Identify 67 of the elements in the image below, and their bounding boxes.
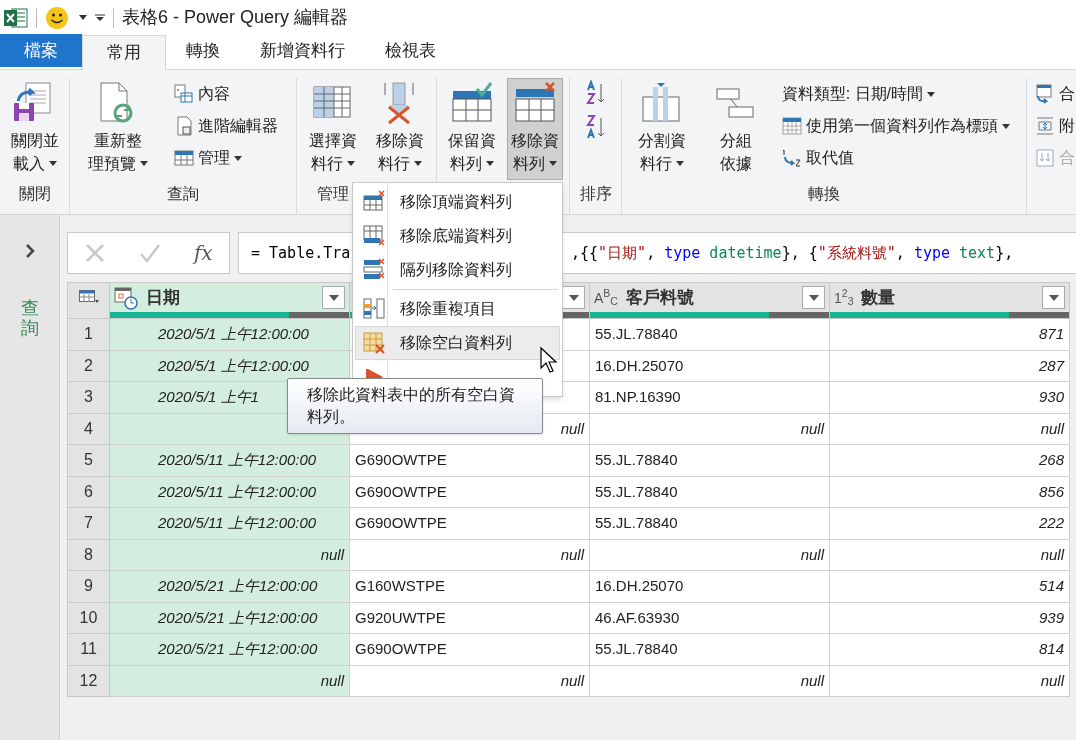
column-name: 數量 xyxy=(861,286,896,309)
table-cell: 2020/5/21 上午12:00:00 xyxy=(110,571,350,603)
row-number: 5 xyxy=(67,445,110,477)
table-cell: null xyxy=(590,539,830,571)
group-label: 排序 xyxy=(579,183,612,204)
tooltip: 移除此資料表中的所有空白資料列。 xyxy=(287,378,543,434)
row-number: 2 xyxy=(67,350,110,382)
table-cell: 55.JL.78840 xyxy=(590,508,830,540)
table-cell: G690OWTPE xyxy=(350,476,590,508)
table-cell: 2020/5/1 上午12:00:00 xyxy=(110,319,350,351)
group-label: 管理 xyxy=(317,183,349,204)
table-cell: 2020/5/11 上午12:00:00 xyxy=(110,508,350,540)
table-cell: 2020/5/21 上午12:00:00 xyxy=(110,602,350,634)
table-cell: null xyxy=(590,665,830,697)
formula-text: ,{{"日期", type datetime}, {"系統料號", type text}, xyxy=(571,242,1014,264)
table-cell: 16.DH.25070 xyxy=(590,350,830,382)
table-cell: 814 xyxy=(830,634,1070,666)
table-cell: 222 xyxy=(830,508,1070,540)
table-cell: G690OWTPE xyxy=(350,508,590,540)
table-cell: 930 xyxy=(830,382,1070,414)
table-cell: 287 xyxy=(830,350,1070,382)
row-number: 4 xyxy=(67,413,110,445)
row-number: 12 xyxy=(67,665,110,697)
table-cell: 81.NP.16390 xyxy=(590,382,830,414)
table-cell: G690OWTPE xyxy=(350,634,590,666)
table-cell: 2020/5/21 上午12:00:00 xyxy=(110,634,350,666)
table-cell: 2020/5/1 上午12:00:00 xyxy=(110,350,350,382)
table-cell: 2020/5/11 上午12:00:00 xyxy=(110,476,350,508)
queries-pane-label: 查詢 xyxy=(20,299,39,339)
table-cell: null xyxy=(830,539,1070,571)
group-label: 關閉 xyxy=(18,183,51,204)
table-cell: null xyxy=(830,665,1070,697)
table-cell: 514 xyxy=(830,571,1070,603)
group-label: 查詢 xyxy=(167,183,199,204)
table-cell: 16.DH.25070 xyxy=(590,571,830,603)
table-cell: null xyxy=(110,539,350,571)
table-cell: 871 xyxy=(830,319,1070,351)
row-number: 8 xyxy=(67,539,110,571)
row-number: 6 xyxy=(67,476,110,508)
formula-text: = Table.Tra xyxy=(251,242,352,264)
row-number: 11 xyxy=(67,634,110,666)
table-cell: G160WSTPE xyxy=(350,571,590,603)
row-number: 9 xyxy=(67,571,110,603)
table-cell: 939 xyxy=(830,602,1070,634)
column-name: 日期 xyxy=(146,286,180,309)
table-cell: 856 xyxy=(830,476,1070,508)
table-cell: null xyxy=(350,539,590,571)
row-number: 7 xyxy=(67,508,110,540)
table-cell: 55.JL.78840 xyxy=(590,319,830,351)
window-title: 表格6 - Power Query 編輯器 xyxy=(122,6,349,29)
row-number: 3 xyxy=(67,382,110,414)
table-cell: G920UWTPE xyxy=(350,602,590,634)
table-cell: null xyxy=(830,413,1070,445)
table-cell: 46.AF.63930 xyxy=(590,602,830,634)
table-cell: 268 xyxy=(830,445,1070,477)
table-cell: 2020/5/11 上午12:00:00 xyxy=(110,445,350,477)
table-cell: 55.JL.78840 xyxy=(590,476,830,508)
table-cell: null xyxy=(350,665,590,697)
column-name: 客戶料號 xyxy=(625,286,694,309)
table-cell: 55.JL.78840 xyxy=(590,634,830,666)
table-cell: null xyxy=(590,413,830,445)
row-number: 1 xyxy=(67,319,110,351)
table-cell: null xyxy=(110,665,350,697)
table-cell: G690OWTPE xyxy=(350,445,590,477)
table-cell: 55.JL.78840 xyxy=(590,445,830,477)
row-number: 10 xyxy=(67,602,110,634)
group-label: 轉換 xyxy=(808,183,840,204)
